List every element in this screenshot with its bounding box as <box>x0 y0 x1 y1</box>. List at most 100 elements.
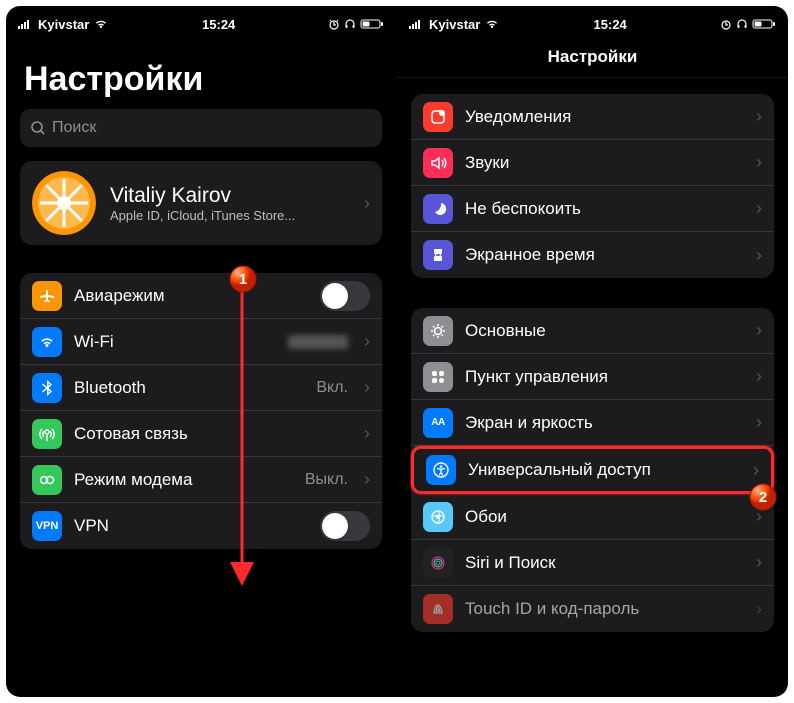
dnd-row[interactable]: Не беспокоить › <box>411 186 774 232</box>
display-row[interactable]: AA Экран и яркость › <box>411 400 774 446</box>
status-bar: Kyivstar 15:24 <box>397 6 788 36</box>
sounds-icon <box>423 148 453 178</box>
bluetooth-label: Bluetooth <box>74 378 304 398</box>
screen-right: Kyivstar 15:24 Настройки Уведомления › <box>397 6 788 697</box>
wifi-icon <box>32 327 62 357</box>
profile-subtitle: Apple ID, iCloud, iTunes Store... <box>110 208 350 223</box>
connectivity-group: Авиарежим Wi-Fi › Bluetooth Вкл. › <box>20 273 382 549</box>
alarm-icon <box>720 18 732 30</box>
chevron-right-icon: › <box>756 412 762 433</box>
display-label: Экран и яркость <box>465 413 744 433</box>
accessibility-icon <box>426 455 456 485</box>
airplane-label: Авиарежим <box>74 286 308 306</box>
bluetooth-row[interactable]: Bluetooth Вкл. › <box>20 365 382 411</box>
headphones-icon <box>344 18 356 30</box>
hotspot-row[interactable]: Режим модема Выкл. › <box>20 457 382 503</box>
annotation-badge-1: 1 <box>228 264 258 294</box>
search-icon <box>30 120 46 136</box>
search-placeholder: Поиск <box>52 119 96 137</box>
general-label: Основные <box>465 321 744 341</box>
tutorial-frame: Kyivstar 15:24 Настройки Поиск <box>6 6 788 697</box>
wallpaper-row[interactable]: Обои › <box>411 494 774 540</box>
sounds-row[interactable]: Звуки › <box>411 140 774 186</box>
status-bar: Kyivstar 15:24 <box>6 6 396 36</box>
airplane-row[interactable]: Авиарежим <box>20 273 382 319</box>
search-input[interactable]: Поиск <box>20 109 382 147</box>
screentime-icon <box>423 240 453 270</box>
general-icon <box>423 316 453 346</box>
profile-row[interactable]: Vitaliy Kairov Apple ID, iCloud, iTunes … <box>20 161 382 245</box>
wallpaper-icon <box>423 502 453 532</box>
notifications-row[interactable]: Уведомления › <box>411 94 774 140</box>
cellular-row[interactable]: Сотовая связь › <box>20 411 382 457</box>
accessibility-label: Универсальный доступ <box>468 460 741 480</box>
chevron-right-icon: › <box>756 152 762 173</box>
screen-left: Kyivstar 15:24 Настройки Поиск <box>6 6 397 697</box>
wallpaper-label: Обои <box>465 507 744 527</box>
group-general: Основные › Пункт управления › AA Экран и… <box>411 308 774 632</box>
control-label: Пункт управления <box>465 367 744 387</box>
carrier-label: Kyivstar <box>38 17 89 32</box>
dnd-icon <box>423 194 453 224</box>
svg-text:1: 1 <box>239 271 247 288</box>
chevron-right-icon: › <box>364 193 370 214</box>
touchid-row[interactable]: Touch ID и код-пароль › <box>411 586 774 632</box>
touchid-icon <box>423 594 453 624</box>
headphones-icon <box>736 18 748 30</box>
control-icon <box>423 362 453 392</box>
hotspot-detail: Выкл. <box>305 471 348 489</box>
vpn-row[interactable]: VPN VPN <box>20 503 382 549</box>
vpn-toggle[interactable] <box>320 511 370 541</box>
accessibility-row[interactable]: Универсальный доступ › <box>411 446 774 494</box>
chevron-right-icon: › <box>756 245 762 266</box>
dnd-label: Не беспокоить <box>465 199 744 219</box>
bluetooth-detail: Вкл. <box>316 379 348 397</box>
alarm-icon <box>328 18 340 30</box>
chevron-right-icon: › <box>756 552 762 573</box>
nav-title: Настройки <box>397 36 788 78</box>
wifi-status-icon <box>93 18 109 30</box>
hotspot-icon <box>32 465 62 495</box>
chevron-right-icon: › <box>364 331 370 352</box>
time-label: 15:24 <box>594 17 627 32</box>
touchid-label: Touch ID и код-пароль <box>465 599 744 619</box>
chevron-right-icon: › <box>364 423 370 444</box>
svg-text:2: 2 <box>759 489 767 506</box>
bluetooth-icon <box>32 373 62 403</box>
screentime-row[interactable]: Экранное время › <box>411 232 774 278</box>
notifications-icon <box>423 102 453 132</box>
chevron-right-icon: › <box>756 366 762 387</box>
cellular-label: Сотовая связь <box>74 424 352 444</box>
group-notifications: Уведомления › Звуки › Не беспокоить › <box>411 94 774 278</box>
signal-icon <box>18 18 34 30</box>
display-icon: AA <box>423 408 453 438</box>
chevron-right-icon: › <box>364 377 370 398</box>
airplane-toggle[interactable] <box>320 281 370 311</box>
control-row[interactable]: Пункт управления › <box>411 354 774 400</box>
page-title: Настройки <box>6 36 396 109</box>
chevron-right-icon: › <box>756 320 762 341</box>
chevron-right-icon: › <box>753 460 759 481</box>
screentime-label: Экранное время <box>465 245 744 265</box>
signal-icon <box>409 18 425 30</box>
wifi-row[interactable]: Wi-Fi › <box>20 319 382 365</box>
siri-icon <box>423 548 453 578</box>
notifications-label: Уведомления <box>465 107 744 127</box>
battery-icon <box>752 18 776 30</box>
carrier-label: Kyivstar <box>429 17 480 32</box>
wifi-status-icon <box>484 18 500 30</box>
vpn-label: VPN <box>74 516 308 536</box>
chevron-right-icon: › <box>364 469 370 490</box>
annotation-badge-2: 2 <box>748 482 778 512</box>
airplane-icon <box>32 281 62 311</box>
chevron-right-icon: › <box>756 198 762 219</box>
siri-label: Siri и Поиск <box>465 553 744 573</box>
hotspot-label: Режим модема <box>74 470 293 490</box>
chevron-right-icon: › <box>756 599 762 620</box>
vpn-icon: VPN <box>32 511 62 541</box>
avatar <box>32 171 96 235</box>
siri-row[interactable]: Siri и Поиск › <box>411 540 774 586</box>
general-row[interactable]: Основные › <box>411 308 774 354</box>
profile-name: Vitaliy Kairov <box>110 184 350 208</box>
sounds-label: Звуки <box>465 153 744 173</box>
